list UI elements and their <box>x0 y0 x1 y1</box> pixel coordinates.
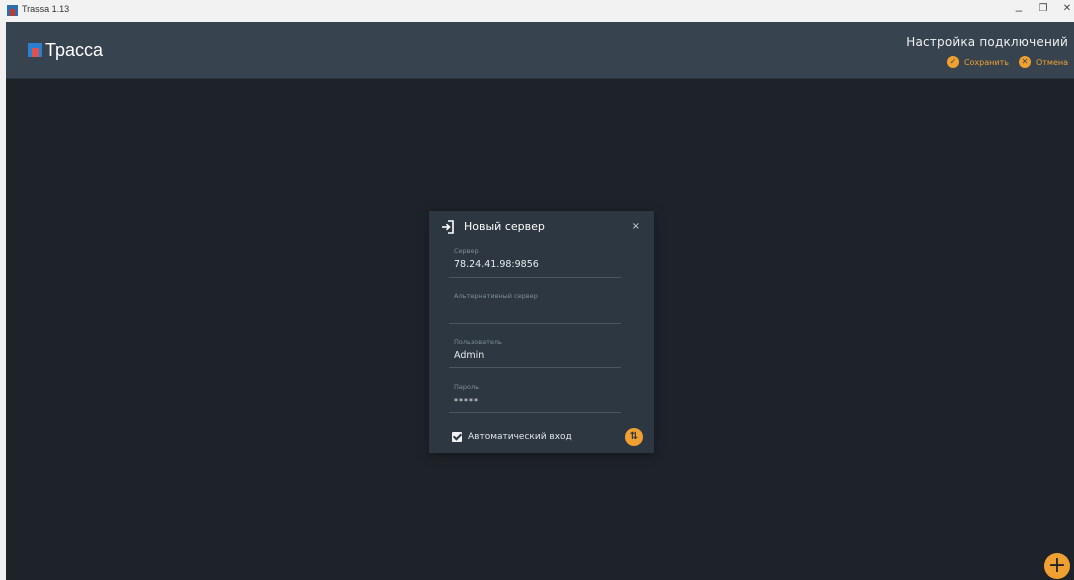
cancel-label: Отмена <box>1035 57 1068 67</box>
user-label: Пользователь <box>454 338 502 346</box>
logo-text: Трасса <box>45 39 104 60</box>
login-icon <box>442 220 454 234</box>
page-title: Настройка подключений <box>906 35 1068 49</box>
header-actions: ✓ Сохранить ✕ Отмена <box>906 56 1068 68</box>
server-input[interactable] <box>454 259 614 270</box>
dialog-title: Новый сервер <box>464 220 545 233</box>
save-button[interactable]: ✓ Сохранить <box>946 56 1009 68</box>
new-server-dialog: Новый сервер × Сервер Альтернативный сер… <box>429 211 654 453</box>
dialog-close-button[interactable]: × <box>632 221 640 232</box>
user-field: Пользователь <box>449 338 621 368</box>
app-header: Трасса Настройка подключений ✓ Сохранить… <box>6 22 1074 79</box>
cancel-button[interactable]: ✕ Отмена <box>1018 56 1068 68</box>
check-circle-icon: ✓ <box>946 56 959 68</box>
auto-login-toggle[interactable]: Автоматический вход <box>452 432 572 442</box>
add-connection-button[interactable]: + <box>1044 553 1070 579</box>
minimize-button[interactable]: – <box>1012 3 1026 17</box>
logo-mark-icon <box>28 43 42 57</box>
window-title: Trassa 1.13 <box>22 4 70 14</box>
auto-login-label: Автоматический вход <box>468 432 572 442</box>
password-field: Пароль <box>449 383 621 413</box>
server-label: Сервер <box>454 247 479 255</box>
auto-login-checkbox[interactable] <box>452 432 462 442</box>
x-circle-icon: ✕ <box>1018 56 1031 68</box>
app-window-icon <box>7 5 18 16</box>
app-logo: Трасса <box>28 39 103 61</box>
restore-button[interactable]: ❐ <box>1036 3 1050 14</box>
sync-icon[interactable]: ⇅ <box>625 428 643 446</box>
dialog-header: Новый сервер × <box>429 211 654 243</box>
save-label: Сохранить <box>963 57 1009 67</box>
close-window-button[interactable]: ✕ <box>1060 3 1074 14</box>
alt-server-field: Альтернативный сервер <box>449 292 621 324</box>
window-left-edge <box>0 22 6 580</box>
user-input[interactable] <box>454 350 614 361</box>
window-titlebar: Trassa 1.13 – ❐ ✕ <box>0 0 1074 22</box>
header-right-panel: Настройка подключений ✓ Сохранить ✕ Отме… <box>906 35 1068 68</box>
password-label: Пароль <box>454 383 479 391</box>
password-input[interactable] <box>454 397 614 406</box>
alt-server-input[interactable] <box>454 304 614 315</box>
server-field: Сервер <box>449 247 621 278</box>
alt-server-label: Альтернативный сервер <box>454 292 538 300</box>
